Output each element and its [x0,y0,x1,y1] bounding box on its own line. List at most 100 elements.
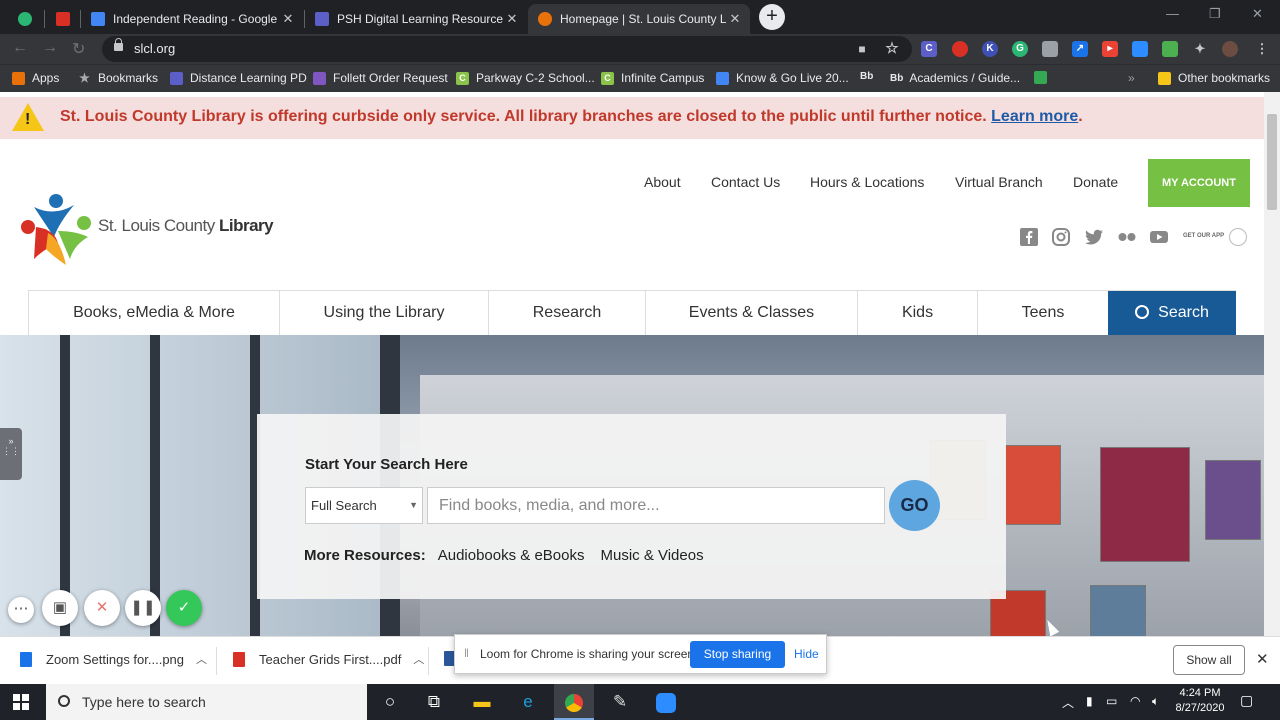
close-tab-icon[interactable]: ✕ [726,11,744,27]
donate-link[interactable]: Donate [1073,174,1118,190]
twitter-icon[interactable] [1084,227,1104,247]
cortana-icon[interactable]: ○ [370,684,410,720]
reload-icon[interactable]: ↻ [72,39,85,59]
lock-icon[interactable] [114,38,123,51]
profile-avatar-icon[interactable] [1222,41,1238,57]
bookmark-bb[interactable]: Bb [860,71,873,82]
edge-icon[interactable]: e [508,684,548,720]
wifi-icon[interactable]: ◠ [1130,694,1140,708]
page-scrollbar[interactable] [1264,92,1280,636]
task-view-icon[interactable]: ⧉ [414,684,454,720]
extension-arrow-icon[interactable]: ↗ [1072,41,1088,57]
extension-record-icon[interactable] [952,41,968,57]
download-item-zoom-settings[interactable]: Zoom Settings for....png ︿ [20,651,207,667]
camera-icon[interactable]: ■ [854,41,870,57]
tray-overflow-icon[interactable]: ︿ [1062,694,1074,711]
extension-map-icon[interactable] [1042,41,1058,57]
new-tab-button[interactable]: + [759,4,785,30]
virtual-branch-link[interactable]: Virtual Branch [955,174,1043,190]
minimize-icon[interactable]: — [1166,6,1179,21]
chrome-icon[interactable] [554,684,594,720]
tab-pinned-1[interactable] [8,4,42,34]
bookmark-distance-learning[interactable]: Distance Learning PD [170,71,307,85]
contact-us-link[interactable]: Contact Us [711,174,780,190]
my-account-button[interactable]: MY ACCOUNT [1148,159,1250,207]
logo-text[interactable]: St. Louis County Library [98,216,274,236]
extensions-puzzle-icon[interactable]: ✦ [1192,41,1208,57]
address-bar[interactable]: slcl.org [102,36,912,62]
extension-c-icon[interactable]: C [921,41,937,57]
instagram-icon[interactable] [1051,227,1071,247]
drag-handle-icon[interactable]: ‖ [464,646,469,660]
extension-zoom-icon[interactable] [1132,41,1148,57]
nav-kids[interactable]: Kids [857,291,977,336]
battery-icon[interactable]: ▭ [1106,694,1117,708]
forward-icon[interactable]: → [42,39,58,57]
about-link[interactable]: About [644,174,681,190]
close-window-icon[interactable]: ✕ [1252,6,1263,22]
bookmark-parkway[interactable]: C Parkway C-2 School... [456,71,595,85]
slcl-logo[interactable] [14,187,96,272]
windows-start-icon[interactable] [13,694,29,710]
taskbar-search-box[interactable]: Type here to search [46,684,367,720]
nav-events-classes[interactable]: Events & Classes [645,291,857,336]
flickr-icon[interactable] [1117,227,1137,247]
loom-cancel-icon[interactable]: ✕ [84,590,120,626]
bookmark-infinite-campus[interactable]: C Infinite Campus [601,71,704,85]
close-download-bar-icon[interactable]: ✕ [1256,650,1269,668]
bookmark-apps[interactable]: Apps [12,71,59,85]
loom-pause-icon[interactable]: ❚❚ [125,590,161,626]
youtube-icon[interactable] [1149,227,1169,247]
nav-search-button[interactable]: Search [1108,291,1236,336]
zoom-app-icon[interactable] [646,684,686,720]
tab-slcl-homepage[interactable]: Homepage | St. Louis County Libr ✕ [528,4,750,34]
bookmark-follett[interactable]: Follett Order Request [313,71,448,85]
nav-using-library[interactable]: Using the Library [279,291,488,336]
tab-pinned-2[interactable] [46,4,78,34]
nav-books-emedia[interactable]: Books, eMedia & More [28,291,279,336]
bookmark-know-go[interactable]: Know & Go Live 20... [716,71,849,85]
chevron-up-icon[interactable]: ︿ [196,651,207,667]
close-tab-icon[interactable]: ✕ [503,11,521,27]
audiobooks-ebooks-link[interactable]: Audiobooks & eBooks [438,547,585,564]
bookmarks-overflow-icon[interactable]: » [1128,71,1135,85]
hide-notice-link[interactable]: Hide [794,647,819,661]
bookmark-drive[interactable] [1034,71,1054,84]
bookmark-bookmarks[interactable]: ★ Bookmarks [78,71,158,85]
tab-independent-reading[interactable]: Independent Reading - Google D ✕ [81,4,303,34]
app-badge-icon[interactable] [1229,228,1247,246]
star-icon[interactable]: ☆ [884,41,900,57]
show-all-downloads-button[interactable]: Show all [1173,645,1245,675]
loom-finish-icon[interactable]: ✓ [166,590,202,626]
search-scope-select[interactable]: Full Search ▼ [305,487,423,524]
go-button[interactable]: GO [889,480,940,531]
get-our-app-label[interactable]: GET OUR APP [1183,233,1224,239]
nav-teens[interactable]: Teens [977,291,1108,336]
extension-loom-icon[interactable]: ▸ [1102,41,1118,57]
browser-menu-icon[interactable]: ⋮ [1254,41,1270,57]
close-tab-icon[interactable]: ✕ [279,11,297,27]
side-panel-toggle[interactable]: » ⋮⋮ [0,428,22,480]
extension-calendar-icon[interactable] [1162,41,1178,57]
extension-k-icon[interactable]: K [982,41,998,57]
download-item-teacher-grids[interactable]: Teacher Grids First....pdf ︿ [233,651,424,667]
paint-icon[interactable]: ✎ [600,684,640,720]
stop-sharing-button[interactable]: Stop sharing [690,641,785,668]
loom-more-icon[interactable]: ⋯ [8,597,34,623]
notifications-icon[interactable]: ▢ [1240,692,1253,709]
nav-research[interactable]: Research [488,291,645,336]
facebook-icon[interactable] [1019,227,1039,247]
volume-icon[interactable]: 🔈︎ [1152,694,1159,709]
scrollbar-thumb[interactable] [1267,114,1277,210]
bookmark-academics[interactable]: Bb Academics / Guide... [890,71,1020,85]
music-videos-link[interactable]: Music & Videos [600,547,703,564]
extension-grammarly-icon[interactable]: G [1012,41,1028,57]
file-explorer-icon[interactable]: ▬ [462,684,502,720]
catalog-search-input[interactable]: Find books, media, and more... [427,487,885,524]
bookmark-other[interactable]: Other bookmarks [1158,71,1270,85]
system-clock[interactable]: 4:24 PM 8/27/2020 [1168,686,1232,716]
learn-more-link[interactable]: Learn more [991,108,1078,125]
back-icon[interactable]: ← [12,39,28,57]
chevron-up-icon[interactable]: ︿ [413,651,424,667]
loom-camera-icon[interactable]: ▣ [42,590,78,626]
